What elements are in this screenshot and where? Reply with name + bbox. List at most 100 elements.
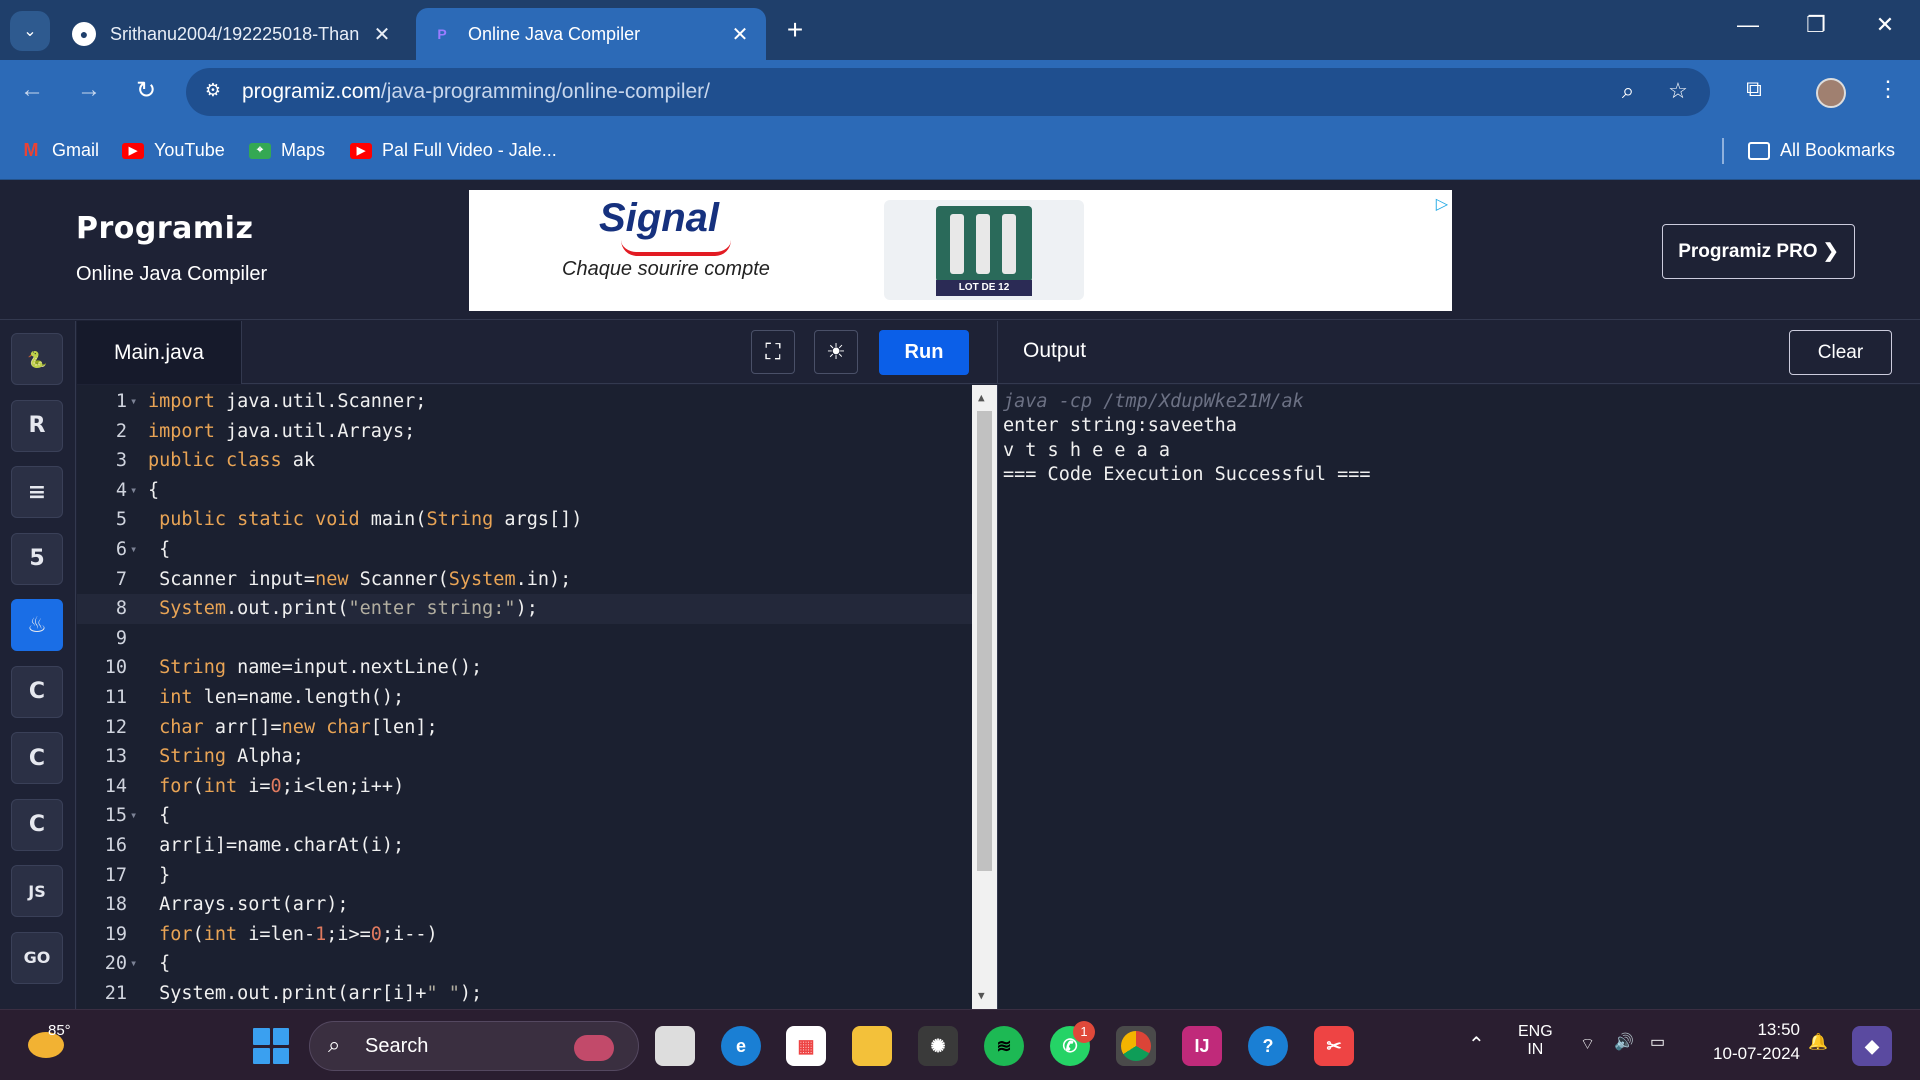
wifi-icon[interactable]: ⌔ <box>1580 1034 1595 1054</box>
programiz-pro-button[interactable]: Programiz PRO ❯ <box>1662 224 1855 279</box>
fullscreen-icon[interactable]: ⛶ <box>751 330 795 374</box>
code-line[interactable]: 19 for(int i=len-1;i>=0;i--) <box>77 920 972 950</box>
code-line[interactable]: 20 ▾ { <box>77 949 972 979</box>
taskbar-search[interactable]: ⌕ Search <box>309 1021 639 1071</box>
reload-button[interactable]: ↻ <box>128 76 164 105</box>
output-console[interactable]: java -cp /tmp/XdupWke21M/ak enter string:… <box>997 385 1920 1009</box>
task-view-icon[interactable] <box>655 1026 695 1066</box>
snipping-tool-icon[interactable]: ✂ <box>1314 1026 1354 1066</box>
fold-arrow-icon[interactable]: ▾ <box>130 535 137 565</box>
close-icon[interactable]: ✕ <box>728 22 752 47</box>
code-line[interactable]: 7 Scanner input=new Scanner(System.in); <box>77 565 972 595</box>
new-tab-button[interactable]: + <box>780 14 810 46</box>
editor-scrollbar[interactable]: ▲ ▼ <box>972 385 997 1009</box>
language-sidebar: 🐍 R ≡ 5 ♨ C C C JS GO <box>0 321 76 1009</box>
scroll-down-arrow[interactable]: ▼ <box>978 989 985 1002</box>
code-line[interactable]: 5 public static void main(String args[]) <box>77 505 972 535</box>
store-icon[interactable]: ▦ <box>786 1026 826 1066</box>
fold-arrow-icon[interactable]: ▾ <box>130 949 137 979</box>
minimize-button[interactable]: — <box>1728 12 1768 38</box>
code-line[interactable]: 11 int len=name.length(); <box>77 683 972 713</box>
csharp-icon[interactable]: C <box>11 798 63 851</box>
bookmark-star-icon[interactable]: ☆ <box>1664 78 1692 104</box>
fold-arrow-icon[interactable]: ▾ <box>130 387 137 417</box>
file-explorer-icon[interactable] <box>852 1026 892 1066</box>
restore-button[interactable]: ❐ <box>1796 12 1836 38</box>
bookmark-pal-video[interactable]: ▶ Pal Full Video - Jale... <box>350 140 557 161</box>
notification-bell-icon[interactable]: 🔔 <box>1808 1032 1828 1052</box>
line-number: 18 <box>104 894 127 916</box>
code-line[interactable]: 18 Arrays.sort(arr); <box>77 890 972 920</box>
chrome-menu-icon[interactable]: ⋮ <box>1872 76 1904 102</box>
tray-overflow-icon[interactable]: ⌃ <box>1468 1032 1485 1057</box>
profile-avatar[interactable] <box>1816 78 1846 108</box>
tab-online-java-compiler[interactable]: P Online Java Compiler ✕ <box>416 8 766 60</box>
battery-icon[interactable]: ▭ <box>1650 1032 1665 1052</box>
windows-start-icon[interactable] <box>253 1028 289 1064</box>
code-line[interactable]: 3 public class ak <box>77 446 972 476</box>
programiz-logo[interactable]: Programiz <box>76 211 253 246</box>
language-indicator[interactable]: ENG IN <box>1518 1023 1553 1059</box>
back-button[interactable]: ← <box>14 76 50 104</box>
tab-github[interactable]: ● Srithanu2004/192225018-Than ✕ <box>58 8 408 60</box>
extensions-icon[interactable]: ⧉ <box>1738 76 1770 102</box>
close-icon[interactable]: ✕ <box>370 22 394 47</box>
sql-icon[interactable]: ≡ <box>11 466 63 518</box>
theme-toggle-icon[interactable]: ☀ <box>814 330 858 374</box>
r-icon[interactable]: R <box>11 399 63 452</box>
code-line[interactable]: 15 ▾ { <box>77 801 972 831</box>
all-bookmarks[interactable]: All Bookmarks <box>1748 140 1895 161</box>
volume-icon[interactable]: 🔊 <box>1614 1032 1634 1052</box>
file-tab-main-java[interactable]: Main.java <box>77 321 242 384</box>
code-line[interactable]: 1 ▾ import java.util.Scanner; <box>77 387 972 417</box>
fold-arrow-icon[interactable]: ▾ <box>130 476 137 506</box>
tab-search-button[interactable]: ⌄ <box>10 11 50 51</box>
chrome-icon[interactable] <box>1116 1026 1156 1066</box>
code-line[interactable]: 14 for(int i=0;i<len;i++) <box>77 772 972 802</box>
c-icon[interactable]: C <box>11 665 63 718</box>
code-line[interactable]: 8 System.out.print("enter string:"); <box>77 594 972 624</box>
copilot-icon[interactable]: ◆ <box>1852 1026 1892 1066</box>
code-text: System.out.print(arr[i]+" "); <box>148 983 483 1004</box>
code-line[interactable]: 10 String name=input.nextLine(); <box>77 653 972 683</box>
code-line[interactable]: 9 <box>77 624 972 654</box>
bookmark-maps[interactable]: ⌖ Maps <box>249 140 325 161</box>
code-line[interactable]: 12 char arr[]=new char[len]; <box>77 713 972 743</box>
forward-button[interactable]: → <box>71 76 107 104</box>
code-line[interactable]: 4 ▾ { <box>77 476 972 506</box>
run-button[interactable]: Run <box>879 330 969 375</box>
zoom-icon[interactable]: ⌕ <box>1614 78 1642 104</box>
code-text: for(int i=0;i<len;i++) <box>159 775 405 797</box>
bookmark-gmail[interactable]: M Gmail <box>20 140 100 161</box>
go-icon[interactable]: GO <box>11 931 63 984</box>
js-icon[interactable]: JS <box>11 865 63 917</box>
python-icon[interactable]: 🐍 <box>11 333 63 385</box>
adchoices-icon[interactable]: ▷ <box>1436 194 1448 214</box>
site-info-icon[interactable]: ⚙ <box>200 80 226 106</box>
fold-arrow-icon[interactable]: ▾ <box>130 801 137 831</box>
code-line[interactable]: 16 arr[i]=name.charAt(i); <box>77 831 972 861</box>
code-line[interactable]: 6 ▾ { <box>77 535 972 565</box>
scrollbar-thumb[interactable] <box>977 411 992 871</box>
java-icon[interactable]: ♨ <box>11 599 63 651</box>
code-line[interactable]: 13 String Alpha; <box>77 742 972 772</box>
bookmark-youtube[interactable]: ▶ YouTube <box>122 140 225 161</box>
code-line[interactable]: 21 System.out.print(arr[i]+" "); <box>77 979 972 1009</box>
scroll-up-arrow[interactable]: ▲ <box>978 391 985 404</box>
intellij-icon[interactable]: IJ <box>1182 1026 1222 1066</box>
code-editor[interactable]: ▲ ▼ 1 ▾ import java.util.Scanner; 2 import j… <box>77 385 997 1009</box>
url-text[interactable]: programiz.com/java-programming/online-co… <box>242 80 710 104</box>
code-line[interactable]: 2 import java.util.Arrays; <box>77 417 972 447</box>
code-line[interactable]: 17 } <box>77 861 972 891</box>
clear-button[interactable]: Clear <box>1789 330 1892 375</box>
html5-icon[interactable]: 5 <box>11 532 63 585</box>
clock[interactable]: 13:50 10-07-2024 <box>1700 1018 1800 1066</box>
chatgpt-icon[interactable]: ✺ <box>918 1026 958 1066</box>
spotify-icon[interactable]: ≋ <box>984 1026 1024 1066</box>
edge-icon[interactable]: e <box>721 1026 761 1066</box>
ad-banner[interactable]: Signal Chaque sourire compte LOT DE 12 ▷ <box>469 190 1452 311</box>
address-bar[interactable]: ⚙ programiz.com/java-programming/online-… <box>186 68 1710 116</box>
window-close-button[interactable]: ✕ <box>1865 12 1905 38</box>
cpp-icon[interactable]: C <box>11 732 63 784</box>
get-help-icon[interactable]: ? <box>1248 1026 1288 1066</box>
